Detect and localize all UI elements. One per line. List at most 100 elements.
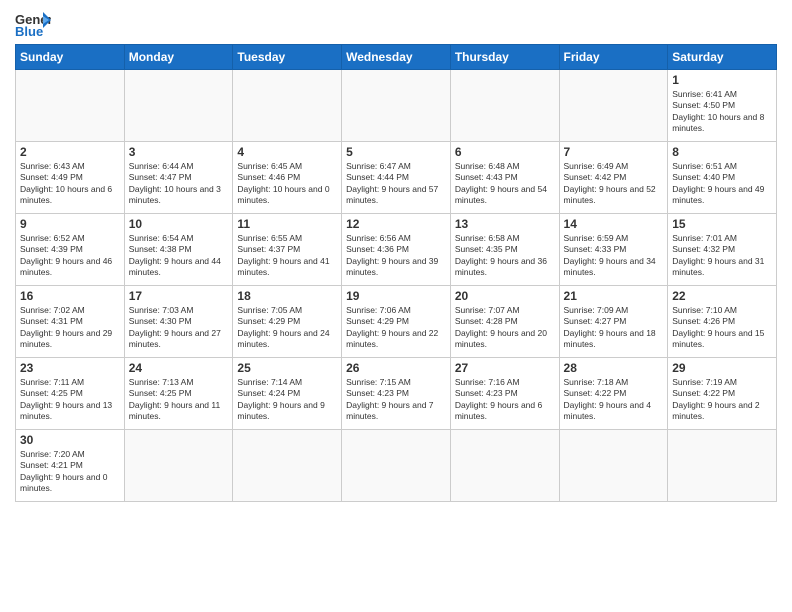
calendar-cell: 3 Sunrise: 6:44 AM Sunset: 4:47 PM Daylig… — [124, 142, 233, 214]
col-thursday: Thursday — [450, 45, 559, 70]
calendar-cell — [559, 70, 668, 142]
calendar-cell: 11Sunrise: 6:55 AM Sunset: 4:37 PM Dayli… — [233, 214, 342, 286]
day-number: 4 — [237, 145, 337, 159]
day-info: Sunrise: 6:52 AM Sunset: 4:39 PM Dayligh… — [20, 233, 120, 279]
day-number: 8 — [672, 145, 772, 159]
calendar-cell — [16, 70, 125, 142]
calendar-cell: 9 Sunrise: 6:52 AM Sunset: 4:39 PM Daylig… — [16, 214, 125, 286]
calendar-cell: 13 Sunrise: 6:58 AM Sunset: 4:35 PM Dayli… — [450, 214, 559, 286]
day-info: Sunrise: 6:44 AM Sunset: 4:47 PM Dayligh… — [129, 161, 229, 207]
day-info: Sunrise: 7:05 AM Sunset: 4:29 PM Dayligh… — [237, 305, 337, 351]
day-number: 21 — [564, 289, 664, 303]
day-number: 26 — [346, 361, 446, 375]
day-number: 27 — [455, 361, 555, 375]
calendar-cell: 28 Sunrise: 7:18 AM Sunset: 4:22 PM Dayli… — [559, 358, 668, 430]
day-number: 15 — [672, 217, 772, 231]
calendar-cell — [668, 430, 777, 502]
day-info: Sunrise: 7:20 AM Sunset: 4:21 PM Dayligh… — [20, 449, 120, 495]
calendar-cell: 14Sunrise: 6:59 AM Sunset: 4:33 PM Dayli… — [559, 214, 668, 286]
day-info: Sunrise: 6:48 AM Sunset: 4:43 PM Dayligh… — [455, 161, 555, 207]
col-monday: Monday — [124, 45, 233, 70]
day-number: 12 — [346, 217, 446, 231]
day-number: 25 — [237, 361, 337, 375]
calendar-week-row: 2Sunrise: 6:43 AM Sunset: 4:49 PM Daylig… — [16, 142, 777, 214]
day-number: 30 — [20, 433, 120, 447]
day-info: Sunrise: 7:19 AM Sunset: 4:22 PM Dayligh… — [672, 377, 772, 423]
day-number: 16 — [20, 289, 120, 303]
day-number: 14 — [564, 217, 664, 231]
calendar-cell — [342, 70, 451, 142]
calendar-cell: 25 Sunrise: 7:14 AM Sunset: 4:24 PM Dayli… — [233, 358, 342, 430]
day-info: Sunrise: 6:54 AM Sunset: 4:38 PM Dayligh… — [129, 233, 229, 279]
day-number: 9 — [20, 217, 120, 231]
calendar-cell: 19 Sunrise: 7:06 AM Sunset: 4:29 PM Dayli… — [342, 286, 451, 358]
day-number: 6 — [455, 145, 555, 159]
day-number: 1 — [672, 73, 772, 87]
calendar-cell: 2Sunrise: 6:43 AM Sunset: 4:49 PM Daylig… — [16, 142, 125, 214]
day-number: 18 — [237, 289, 337, 303]
day-info: Sunrise: 7:18 AM Sunset: 4:22 PM Dayligh… — [564, 377, 664, 423]
calendar-cell — [124, 430, 233, 502]
calendar-week-row: 9 Sunrise: 6:52 AM Sunset: 4:39 PM Daylig… — [16, 214, 777, 286]
day-number: 19 — [346, 289, 446, 303]
calendar-cell: 6 Sunrise: 6:48 AM Sunset: 4:43 PM Daylig… — [450, 142, 559, 214]
calendar-cell: 29 Sunrise: 7:19 AM Sunset: 4:22 PM Dayli… — [668, 358, 777, 430]
calendar-week-row: 1 Sunrise: 6:41 AM Sunset: 4:50 PM Daylig… — [16, 70, 777, 142]
day-info: Sunrise: 7:14 AM Sunset: 4:24 PM Dayligh… — [237, 377, 337, 423]
calendar-week-row: 30 Sunrise: 7:20 AM Sunset: 4:21 PM Dayli… — [16, 430, 777, 502]
day-info: Sunrise: 6:47 AM Sunset: 4:44 PM Dayligh… — [346, 161, 446, 207]
day-info: Sunrise: 7:11 AM Sunset: 4:25 PM Dayligh… — [20, 377, 120, 423]
day-info: Sunrise: 6:56 AM Sunset: 4:36 PM Dayligh… — [346, 233, 446, 279]
calendar-cell: 23 Sunrise: 7:11 AM Sunset: 4:25 PM Dayli… — [16, 358, 125, 430]
day-info: Sunrise: 6:45 AM Sunset: 4:46 PM Dayligh… — [237, 161, 337, 207]
calendar-table: Sunday Monday Tuesday Wednesday Thursday… — [15, 44, 777, 502]
calendar-cell: 26 Sunrise: 7:15 AM Sunset: 4:23 PM Dayli… — [342, 358, 451, 430]
col-saturday: Saturday — [668, 45, 777, 70]
day-number: 13 — [455, 217, 555, 231]
calendar-cell: 1 Sunrise: 6:41 AM Sunset: 4:50 PM Daylig… — [668, 70, 777, 142]
calendar-cell: 22Sunrise: 7:10 AM Sunset: 4:26 PM Dayli… — [668, 286, 777, 358]
day-number: 29 — [672, 361, 772, 375]
day-number: 24 — [129, 361, 229, 375]
calendar-cell: 5 Sunrise: 6:47 AM Sunset: 4:44 PM Daylig… — [342, 142, 451, 214]
calendar-cell — [450, 430, 559, 502]
calendar-week-row: 16 Sunrise: 7:02 AM Sunset: 4:31 PM Dayli… — [16, 286, 777, 358]
calendar-cell: 27Sunrise: 7:16 AM Sunset: 4:23 PM Dayli… — [450, 358, 559, 430]
day-info: Sunrise: 7:01 AM Sunset: 4:32 PM Dayligh… — [672, 233, 772, 279]
day-number: 3 — [129, 145, 229, 159]
day-info: Sunrise: 6:51 AM Sunset: 4:40 PM Dayligh… — [672, 161, 772, 207]
calendar-cell: 24Sunrise: 7:13 AM Sunset: 4:25 PM Dayli… — [124, 358, 233, 430]
calendar-cell — [450, 70, 559, 142]
calendar-cell: 7Sunrise: 6:49 AM Sunset: 4:42 PM Daylig… — [559, 142, 668, 214]
col-tuesday: Tuesday — [233, 45, 342, 70]
day-info: Sunrise: 7:07 AM Sunset: 4:28 PM Dayligh… — [455, 305, 555, 351]
calendar-cell: 20Sunrise: 7:07 AM Sunset: 4:28 PM Dayli… — [450, 286, 559, 358]
col-wednesday: Wednesday — [342, 45, 451, 70]
calendar-cell — [559, 430, 668, 502]
day-info: Sunrise: 6:49 AM Sunset: 4:42 PM Dayligh… — [564, 161, 664, 207]
day-number: 17 — [129, 289, 229, 303]
col-friday: Friday — [559, 45, 668, 70]
day-info: Sunrise: 7:06 AM Sunset: 4:29 PM Dayligh… — [346, 305, 446, 351]
calendar-cell: 16 Sunrise: 7:02 AM Sunset: 4:31 PM Dayli… — [16, 286, 125, 358]
calendar-header-row: Sunday Monday Tuesday Wednesday Thursday… — [16, 45, 777, 70]
col-sunday: Sunday — [16, 45, 125, 70]
day-number: 28 — [564, 361, 664, 375]
day-info: Sunrise: 7:15 AM Sunset: 4:23 PM Dayligh… — [346, 377, 446, 423]
day-number: 5 — [346, 145, 446, 159]
calendar-cell — [124, 70, 233, 142]
calendar-cell: 10 Sunrise: 6:54 AM Sunset: 4:38 PM Dayli… — [124, 214, 233, 286]
page-header: General Blue — [15, 10, 777, 38]
day-number: 11 — [237, 217, 337, 231]
day-info: Sunrise: 6:41 AM Sunset: 4:50 PM Dayligh… — [672, 89, 772, 135]
day-number: 10 — [129, 217, 229, 231]
generalblue-logo-icon: General Blue — [15, 10, 51, 38]
day-info: Sunrise: 7:10 AM Sunset: 4:26 PM Dayligh… — [672, 305, 772, 351]
day-number: 2 — [20, 145, 120, 159]
day-info: Sunrise: 6:58 AM Sunset: 4:35 PM Dayligh… — [455, 233, 555, 279]
calendar-cell — [233, 70, 342, 142]
calendar-cell: 30 Sunrise: 7:20 AM Sunset: 4:21 PM Dayli… — [16, 430, 125, 502]
calendar-cell — [342, 430, 451, 502]
day-info: Sunrise: 7:02 AM Sunset: 4:31 PM Dayligh… — [20, 305, 120, 351]
day-number: 23 — [20, 361, 120, 375]
